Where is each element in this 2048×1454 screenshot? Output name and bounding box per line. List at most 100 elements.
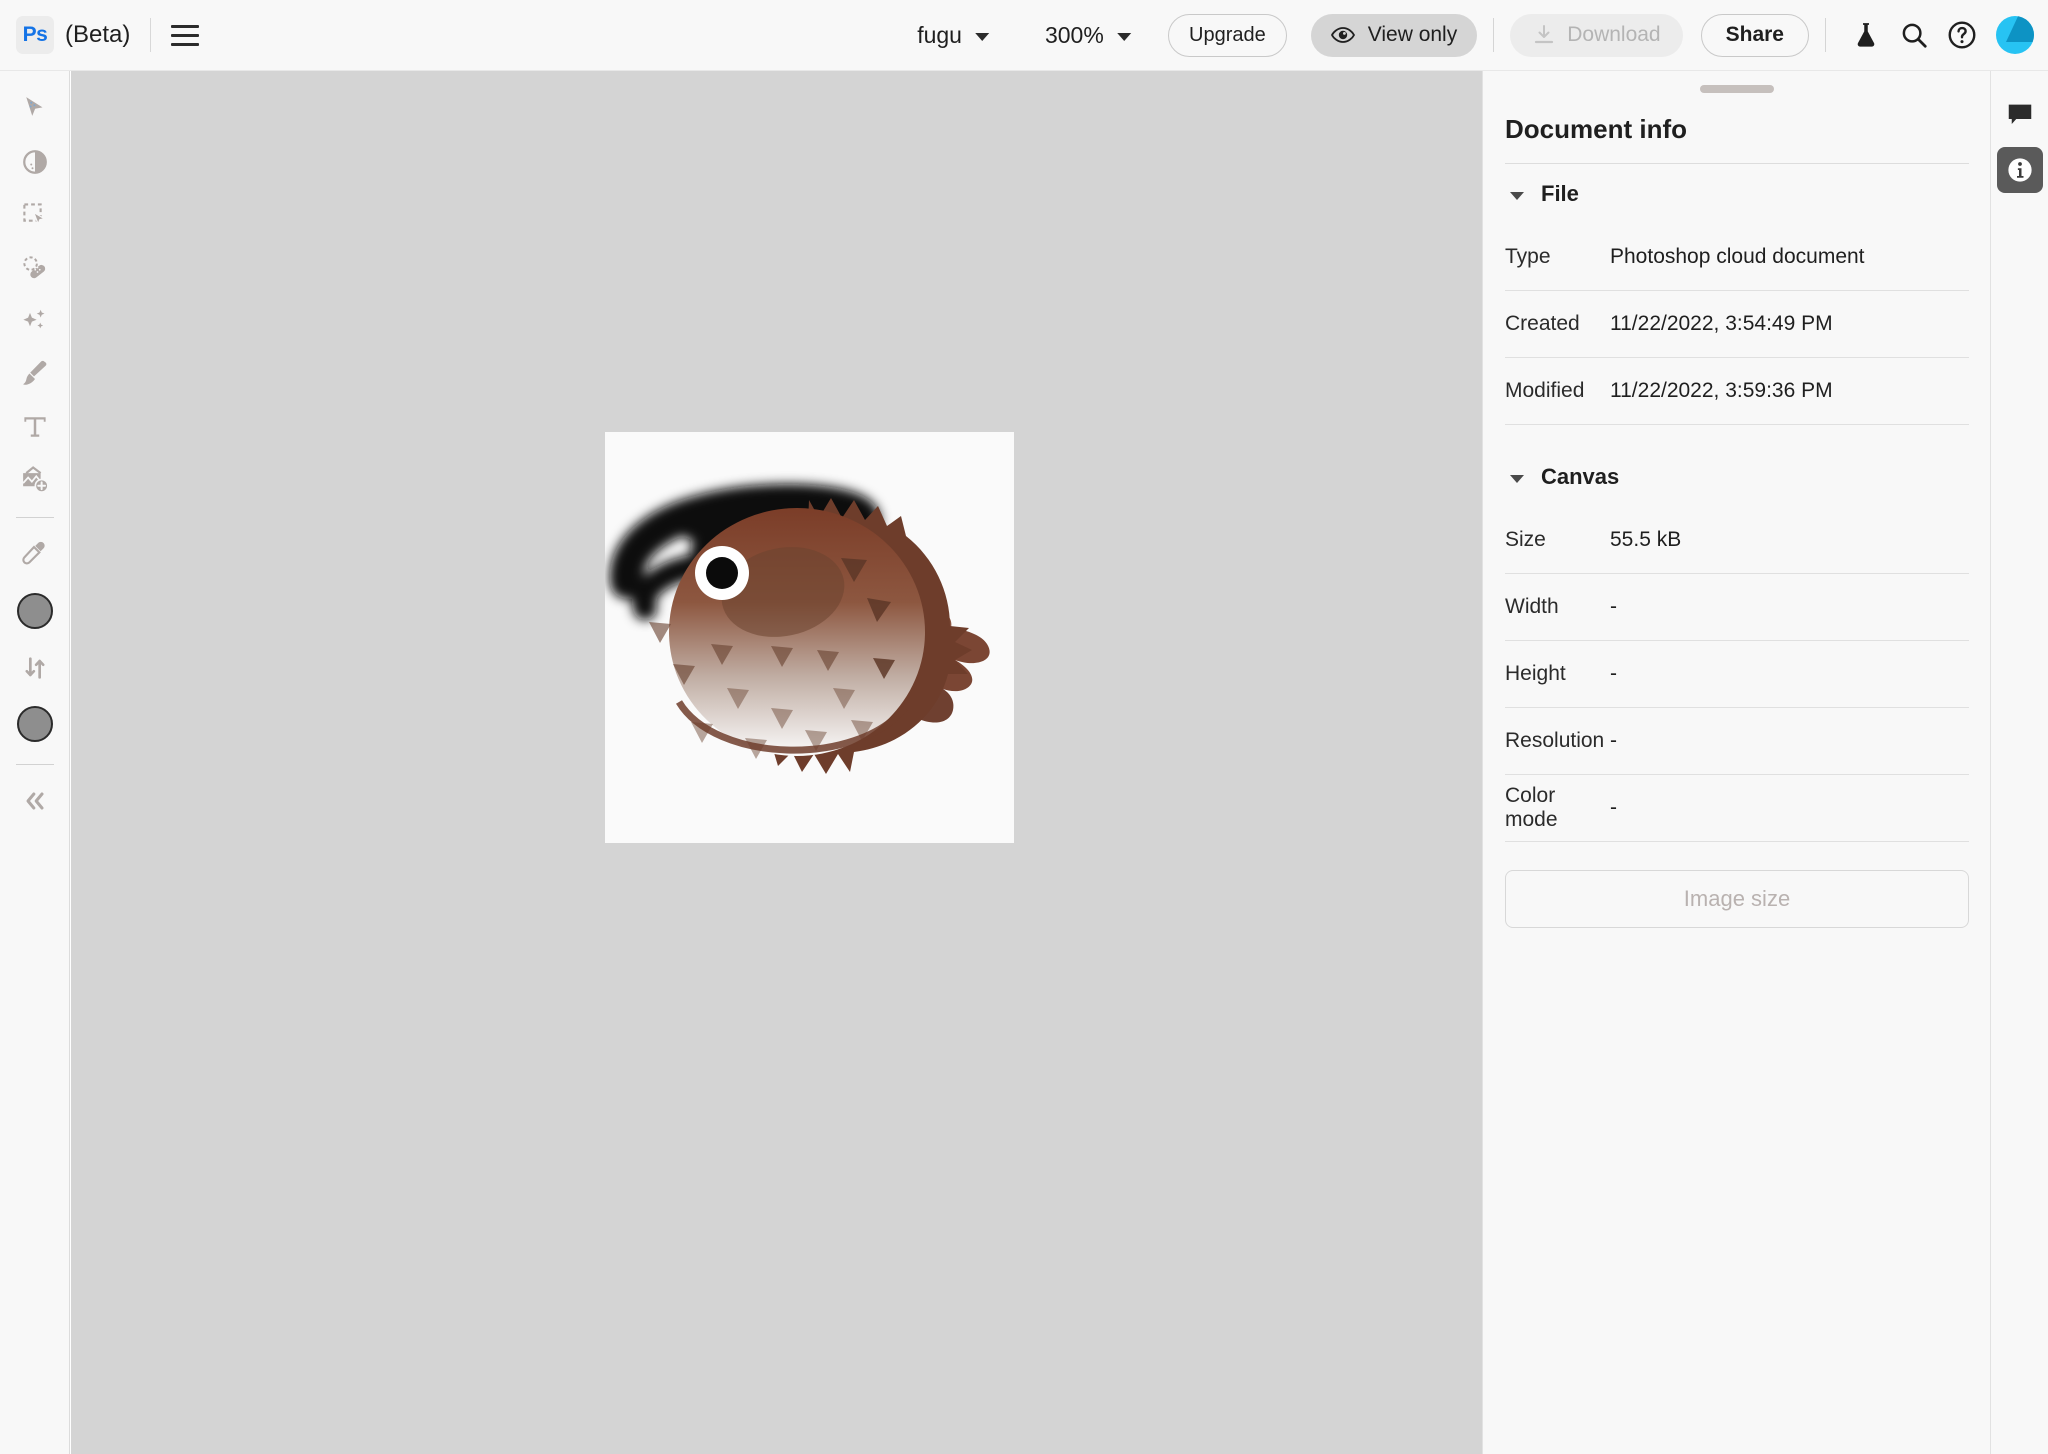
divider (1493, 18, 1495, 52)
swap-colors-button[interactable] (8, 642, 62, 694)
download-button[interactable]: Download (1510, 13, 1683, 57)
view-only-button[interactable]: View only (1310, 13, 1478, 57)
eyedropper-icon (21, 541, 45, 565)
row-key: Type (1505, 245, 1551, 268)
comments-panel-button[interactable] (1997, 91, 2043, 137)
zoom-level-dropdown[interactable]: 300% (1045, 22, 1131, 49)
row-key: Height (1505, 662, 1566, 685)
photoshop-logo-icon: Ps (16, 16, 54, 54)
document-info-panel: Document info File Type Photoshop cloud … (1482, 71, 1990, 1454)
view-only-label: View only (1367, 23, 1458, 46)
divider (150, 18, 152, 52)
info-row-size: Size 55.5 kB (1505, 507, 1969, 573)
chevron-down-icon (1510, 191, 1524, 200)
row-value: - (1610, 662, 1617, 685)
search-icon (1902, 23, 1927, 48)
document-info-panel-button[interactable] (1996, 147, 2043, 193)
section-canvas-label: Canvas (1541, 464, 1620, 489)
row-value: Photoshop cloud document (1610, 245, 1865, 268)
upgrade-button[interactable]: Upgrade (1168, 13, 1287, 57)
collapse-toolbar-button[interactable] (8, 775, 62, 827)
hamburger-menu-icon[interactable] (171, 18, 205, 52)
background-color-swatch[interactable] (8, 695, 62, 753)
panel-content: File Type Photoshop cloud document Creat… (1483, 163, 1991, 928)
bandage-icon (22, 256, 45, 279)
topbar-right-group: Upgrade View only Download Share (1168, 11, 2034, 59)
section-file-header[interactable]: File (1505, 164, 1969, 224)
row-value: 11/22/2022, 3:54:49 PM (1610, 312, 1833, 335)
foreground-swatch[interactable] (16, 593, 53, 629)
beta-label: (Beta) (65, 21, 131, 48)
tools-panel (0, 71, 70, 1454)
sparkles-icon (22, 309, 44, 329)
panel-title: Document info (1505, 114, 1687, 144)
beta-flask-button[interactable] (1842, 11, 1890, 59)
image-size-button[interactable]: Image size (1505, 870, 1969, 928)
remove-tool[interactable] (8, 295, 62, 347)
search-button[interactable] (1890, 11, 1938, 59)
download-icon (1535, 25, 1554, 44)
row-key: Size (1505, 528, 1546, 551)
row-value: 55.5 kB (1610, 528, 1682, 551)
row-value: - (1610, 729, 1617, 752)
background-swatch[interactable] (16, 706, 53, 742)
info-row-color-mode: Color mode - (1505, 775, 1969, 841)
image-plus-icon (21, 466, 49, 493)
row-key: Color mode (1505, 784, 1558, 831)
download-label: Download (1567, 23, 1661, 46)
toolbar-divider (15, 764, 54, 765)
row-value: 11/22/2022, 3:59:36 PM (1610, 379, 1833, 402)
document-name-label: fugu (917, 21, 962, 48)
row-value: - (1610, 595, 1617, 618)
toolbar-divider (15, 517, 54, 518)
text-t-icon (23, 417, 46, 437)
type-tool[interactable] (8, 401, 62, 453)
help-button[interactable] (1938, 11, 1986, 59)
comments-icon (2008, 104, 2031, 124)
document-name-dropdown[interactable]: fugu (917, 22, 989, 49)
flask-icon (1857, 23, 1875, 47)
row-key: Created (1505, 312, 1580, 335)
brush-tool[interactable] (8, 348, 62, 400)
panel-drag-handle[interactable] (1699, 85, 1774, 93)
chevron-down-icon (1510, 474, 1524, 483)
topbar-center-group: fugu 300% (917, 22, 1131, 49)
row-key: Resolution (1505, 729, 1605, 752)
foreground-color-swatch[interactable] (8, 581, 62, 641)
section-file-label: File (1541, 181, 1579, 206)
row-key: Width (1505, 595, 1559, 618)
top-toolbar: Ps (Beta) fugu 300% Upgrade View only Do… (0, 0, 2048, 71)
divider (1505, 841, 1969, 842)
paintbrush-icon (22, 360, 46, 385)
dashed-marquee-cursor-icon (22, 203, 46, 226)
zoom-level-label: 300% (1044, 21, 1104, 48)
cursor-arrow-icon (25, 97, 42, 116)
double-chevron-left-icon (25, 792, 44, 810)
info-row-created: Created 11/22/2022, 3:54:49 PM (1505, 291, 1969, 357)
info-row-type: Type Photoshop cloud document (1505, 224, 1969, 290)
pufferfish-artwork (605, 432, 1014, 843)
move-tool[interactable] (8, 83, 62, 135)
section-canvas-header[interactable]: Canvas (1505, 447, 1969, 507)
info-row-height: Height - (1505, 641, 1969, 707)
document-info-icon (2007, 158, 2032, 182)
topbar-left-group: Ps (Beta) (0, 16, 205, 54)
artboard[interactable] (605, 432, 1014, 843)
canvas-workspace[interactable] (71, 71, 1482, 1454)
object-selection-tool[interactable] (8, 189, 62, 241)
user-avatar[interactable] (1996, 16, 2034, 54)
info-row-width: Width - (1505, 574, 1969, 640)
chevron-down-icon (974, 32, 989, 41)
chevron-down-icon (1116, 32, 1131, 41)
spot-healing-brush-tool[interactable] (8, 242, 62, 294)
eyedropper-tool[interactable] (8, 528, 62, 580)
right-rail (1990, 71, 2048, 1454)
info-row-modified: Modified 11/22/2022, 3:59:36 PM (1505, 358, 1969, 424)
info-row-resolution: Resolution - (1505, 708, 1969, 774)
adjustment-tool[interactable] (8, 136, 62, 188)
eye-icon (1330, 27, 1355, 43)
share-button[interactable]: Share (1700, 13, 1809, 57)
place-image-tool[interactable] (8, 454, 62, 506)
half-circle-contrast-icon (22, 150, 47, 174)
